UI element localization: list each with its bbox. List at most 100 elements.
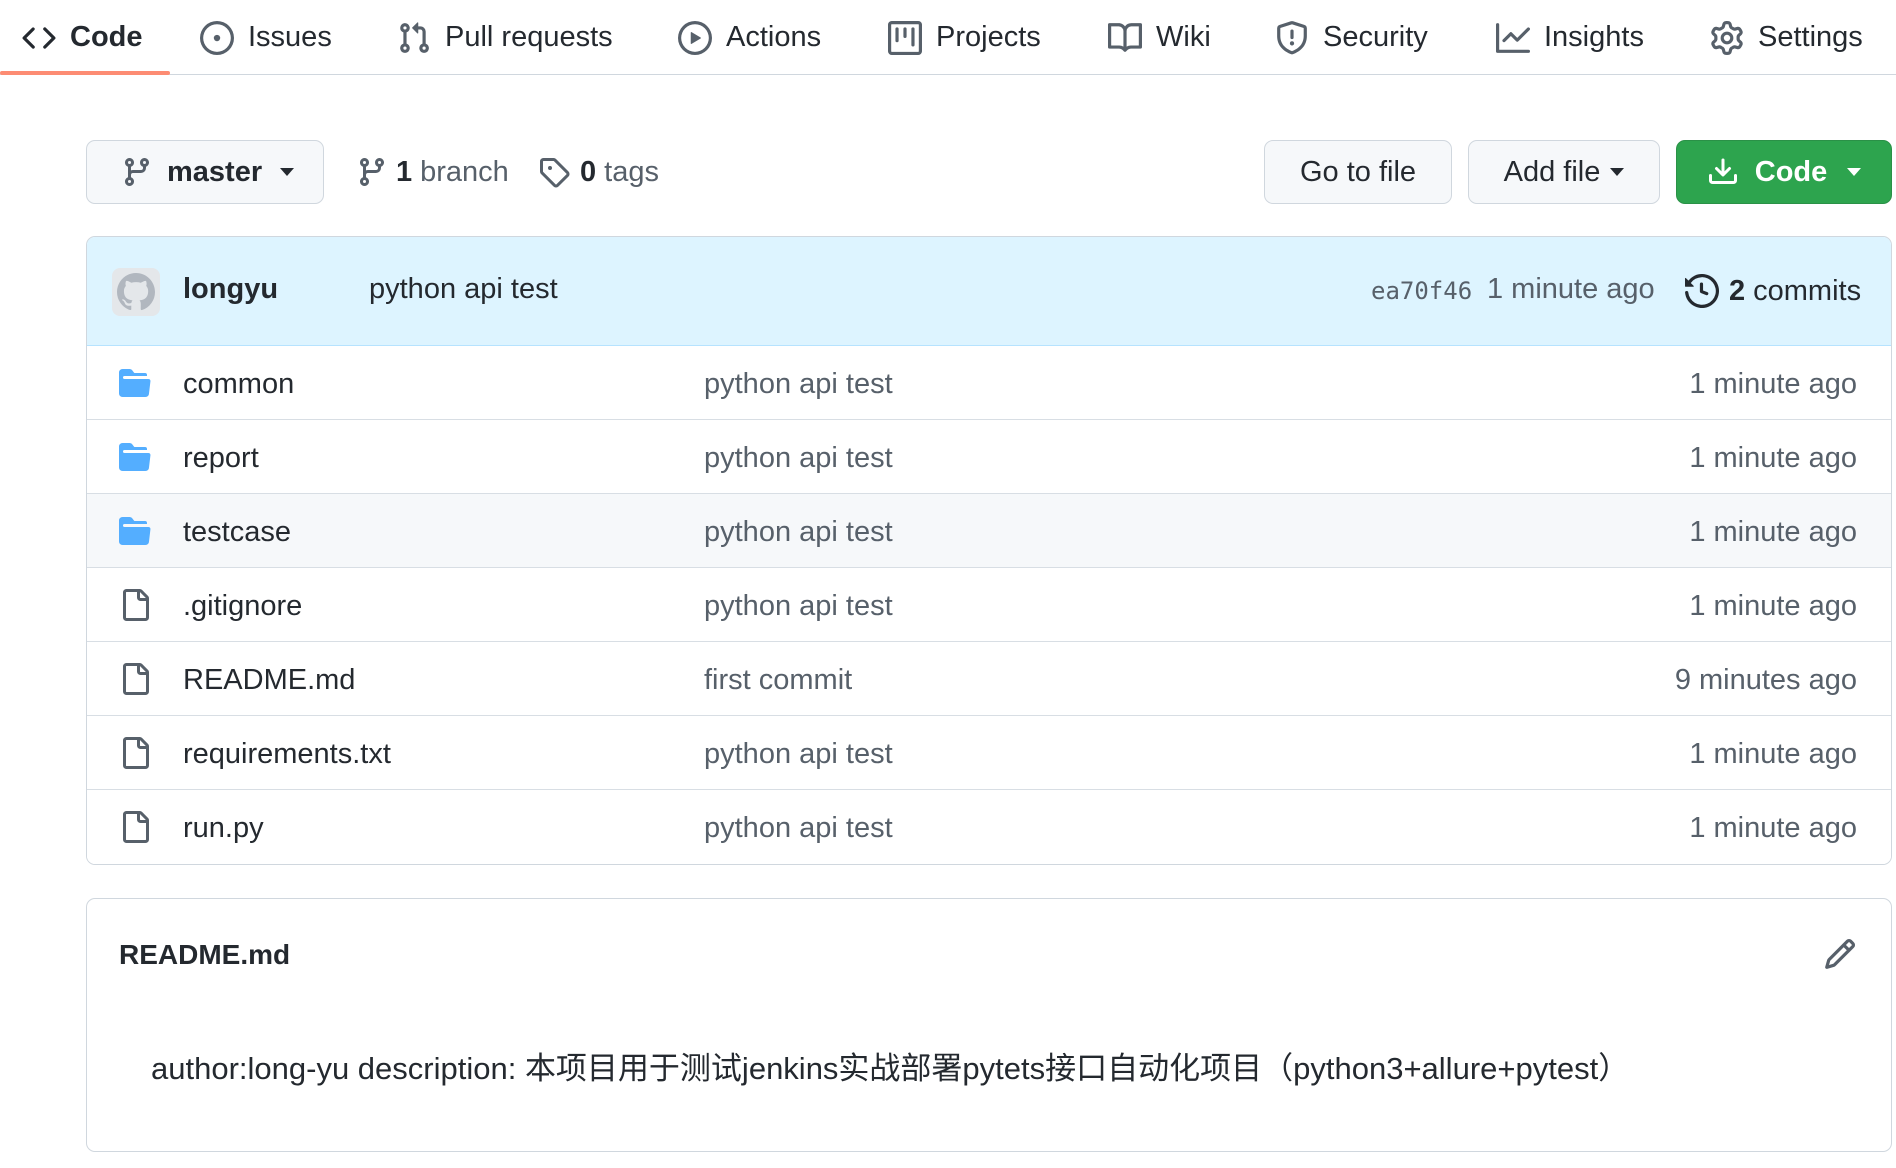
branch-select-button[interactable]: master [86, 140, 324, 204]
file-name[interactable]: run.py [183, 812, 264, 845]
tab-label: Security [1323, 21, 1428, 53]
file-row-requirements[interactable]: requirements.txt python api test 1 minut… [87, 716, 1891, 790]
shield-icon [1275, 20, 1309, 55]
octocat-icon [117, 273, 155, 311]
pencil-icon[interactable] [1823, 937, 1859, 973]
go-to-file-label: Go to file [1299, 155, 1417, 188]
file-row-run[interactable]: run.py python api test 1 minute ago [87, 790, 1891, 864]
file-name[interactable]: report [183, 442, 259, 475]
file-row-gitignore[interactable]: .gitignore python api test 1 minute ago [87, 568, 1891, 642]
file-age: 9 minutes ago [1674, 664, 1857, 696]
commit-message[interactable]: python api test [369, 273, 558, 306]
play-icon [678, 20, 712, 55]
file-icon [119, 811, 151, 843]
branches-link[interactable]: 1 branch [356, 140, 509, 204]
file-commit-message[interactable]: python api test [704, 590, 893, 623]
tab-pull-requests[interactable]: Pull requests [397, 0, 613, 75]
file-name[interactable]: requirements.txt [183, 738, 391, 771]
branch-label: branch [420, 155, 509, 188]
folder-icon [119, 367, 151, 399]
chevron-down-icon [280, 168, 295, 176]
download-icon [1707, 156, 1739, 188]
tab-code[interactable]: Code [22, 0, 143, 75]
tab-projects[interactable]: Projects [888, 0, 1041, 75]
file-icon [119, 663, 151, 695]
code-download-button[interactable]: Code [1676, 140, 1892, 204]
file-row-readme[interactable]: README.md first commit 9 minutes ago [87, 642, 1891, 716]
chevron-down-icon [1847, 168, 1862, 176]
selected-tab-underline [0, 71, 170, 75]
repo-nav: Code Issues Pull requests Actions Projec… [0, 0, 1896, 75]
readme-title[interactable]: README.md [119, 939, 290, 971]
file-age: 1 minute ago [1689, 516, 1857, 548]
tab-security[interactable]: Security [1275, 0, 1428, 75]
file-commit-message[interactable]: python api test [704, 738, 893, 771]
git-pull-request-icon [397, 21, 431, 55]
file-commit-message[interactable]: python api test [704, 812, 893, 845]
tab-insights[interactable]: Insights [1496, 0, 1644, 75]
git-branch-icon [356, 156, 388, 188]
chevron-down-icon [1610, 168, 1625, 176]
file-icon [119, 737, 151, 769]
tab-label: Issues [248, 21, 332, 53]
branch-count: 1 [396, 155, 413, 188]
avatar[interactable] [112, 268, 160, 316]
tag-count: 0 [580, 155, 597, 188]
file-row-testcase[interactable]: testcase python api test 1 minute ago [87, 494, 1891, 568]
add-file-button[interactable]: Add file [1468, 140, 1660, 204]
folder-icon [119, 515, 151, 547]
tab-wiki[interactable]: Wiki [1108, 0, 1211, 75]
tab-settings[interactable]: Settings [1710, 0, 1863, 75]
file-commit-message[interactable]: first commit [704, 664, 852, 697]
tags-link[interactable]: 0 tags [538, 140, 659, 204]
graph-icon [1496, 21, 1530, 55]
file-name[interactable]: README.md [183, 664, 355, 697]
gear-icon [1710, 20, 1744, 55]
commit-history-link[interactable]: 2 commits [1685, 267, 1861, 315]
file-age: 1 minute ago [1689, 368, 1857, 400]
file-age: 1 minute ago [1689, 442, 1857, 474]
tag-icon [538, 156, 570, 188]
file-icon [119, 589, 151, 621]
tag-label: tags [604, 155, 659, 188]
branch-name: master [167, 155, 263, 188]
tab-label: Actions [726, 21, 822, 53]
tab-label: Projects [936, 21, 1041, 53]
readme-panel: README.md author:long-yu description: 本项… [86, 898, 1892, 1152]
project-icon [888, 20, 922, 55]
tab-actions[interactable]: Actions [678, 0, 821, 75]
file-name[interactable]: testcase [183, 516, 291, 549]
history-icon [1685, 274, 1729, 308]
file-age: 1 minute ago [1689, 590, 1857, 622]
git-branch-icon [121, 156, 153, 188]
add-file-label: Add file [1503, 155, 1601, 188]
file-row-report[interactable]: report python api test 1 minute ago [87, 420, 1891, 494]
commit-author[interactable]: longyu [183, 273, 278, 306]
tab-issues[interactable]: Issues [200, 0, 332, 75]
commit-sha[interactable]: ea70f46 [1371, 277, 1472, 305]
commit-time: 1 minute ago [1487, 273, 1655, 305]
issue-opened-icon [200, 20, 234, 55]
file-commit-message[interactable]: python api test [704, 368, 893, 401]
file-browser: longyu python api test ea70f46 1 minute … [86, 236, 1892, 865]
commit-count-label: commits [1753, 274, 1862, 307]
file-name[interactable]: common [183, 368, 294, 401]
folder-icon [119, 441, 151, 473]
book-icon [1108, 21, 1142, 55]
tab-label: Code [70, 21, 143, 53]
file-age: 1 minute ago [1689, 812, 1857, 844]
file-commit-message[interactable]: python api test [704, 516, 893, 549]
commit-count: 2 [1729, 274, 1746, 307]
code-button-label: Code [1754, 155, 1828, 188]
file-name[interactable]: .gitignore [183, 590, 302, 623]
go-to-file-button[interactable]: Go to file [1264, 140, 1452, 204]
file-row-common[interactable]: common python api test 1 minute ago [87, 346, 1891, 420]
file-commit-message[interactable]: python api test [704, 442, 893, 475]
latest-commit-header: longyu python api test ea70f46 1 minute … [87, 237, 1891, 346]
tab-label: Wiki [1156, 21, 1211, 53]
tab-label: Settings [1758, 21, 1863, 53]
tab-label: Insights [1544, 21, 1644, 53]
tab-label: Pull requests [445, 21, 613, 53]
code-icon [22, 21, 56, 55]
readme-content: author:long-yu description: 本项目用于测试jenki… [151, 1051, 1630, 1086]
